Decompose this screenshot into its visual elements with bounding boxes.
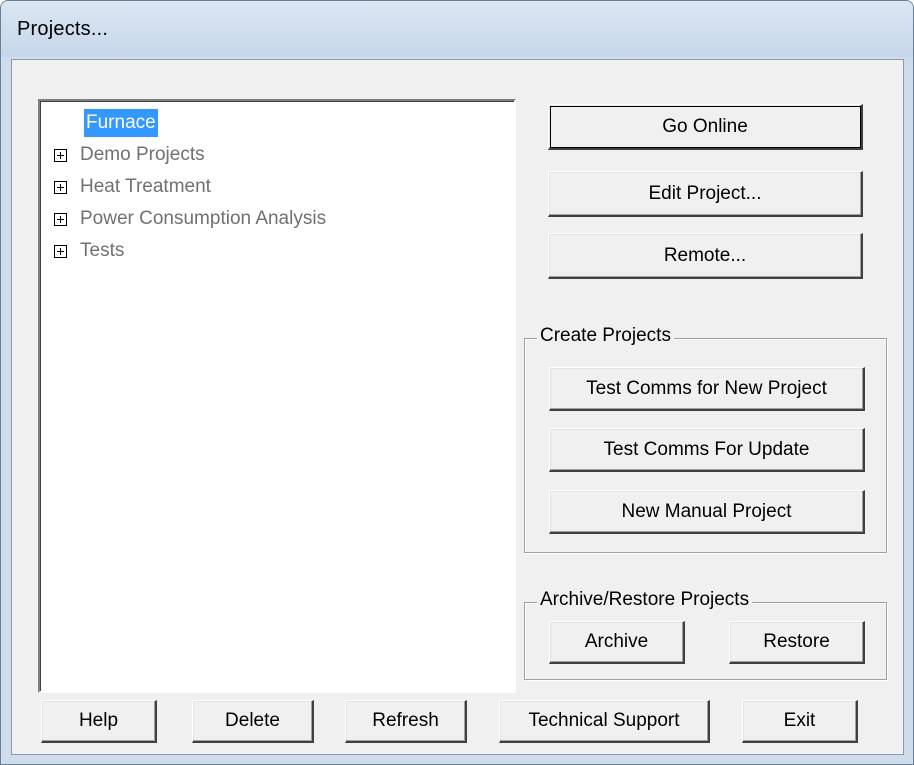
dialog-client-area: Furnace Demo Projects Heat Treatment Pow… <box>11 59 904 755</box>
title-bar[interactable]: Projects... <box>1 1 913 57</box>
tree-item-label: Heat Treatment <box>80 176 211 197</box>
archive-button[interactable]: Archive <box>549 621 685 664</box>
test-comms-update-button[interactable]: Test Comms For Update <box>549 428 865 472</box>
project-tree[interactable]: Furnace Demo Projects Heat Treatment Pow… <box>38 99 516 693</box>
delete-button[interactable]: Delete <box>192 700 314 743</box>
help-button[interactable]: Help <box>41 700 157 743</box>
test-comms-new-project-button[interactable]: Test Comms for New Project <box>549 367 865 411</box>
archive-restore-title: Archive/Restore Projects <box>537 589 753 611</box>
refresh-button[interactable]: Refresh <box>345 700 467 743</box>
new-manual-project-button[interactable]: New Manual Project <box>549 490 865 534</box>
window-title: Projects... <box>17 18 109 40</box>
edit-project-button[interactable]: Edit Project... <box>548 171 863 217</box>
restore-button[interactable]: Restore <box>729 621 865 664</box>
remote-button[interactable]: Remote... <box>548 233 863 279</box>
expand-plus-icon[interactable] <box>54 213 67 226</box>
expand-plus-icon[interactable] <box>54 245 67 258</box>
technical-support-button[interactable]: Technical Support <box>499 700 710 743</box>
go-online-button[interactable]: Go Online <box>548 104 863 150</box>
create-projects-group: Create Projects Test Comms for New Proje… <box>524 325 887 553</box>
exit-button[interactable]: Exit <box>742 700 858 743</box>
tree-item-label: Furnace <box>84 109 158 137</box>
tree-item-label: Demo Projects <box>80 144 205 165</box>
projects-window: Projects... Furnace Demo Projects Heat T… <box>0 0 914 765</box>
create-projects-title: Create Projects <box>537 325 674 347</box>
tree-item-label: Power Consumption Analysis <box>80 208 327 229</box>
expand-plus-icon[interactable] <box>54 181 67 194</box>
expand-plus-icon[interactable] <box>54 149 67 162</box>
tree-item-label: Tests <box>80 240 125 261</box>
archive-restore-group: Archive/Restore Projects Archive Restore <box>524 589 887 680</box>
